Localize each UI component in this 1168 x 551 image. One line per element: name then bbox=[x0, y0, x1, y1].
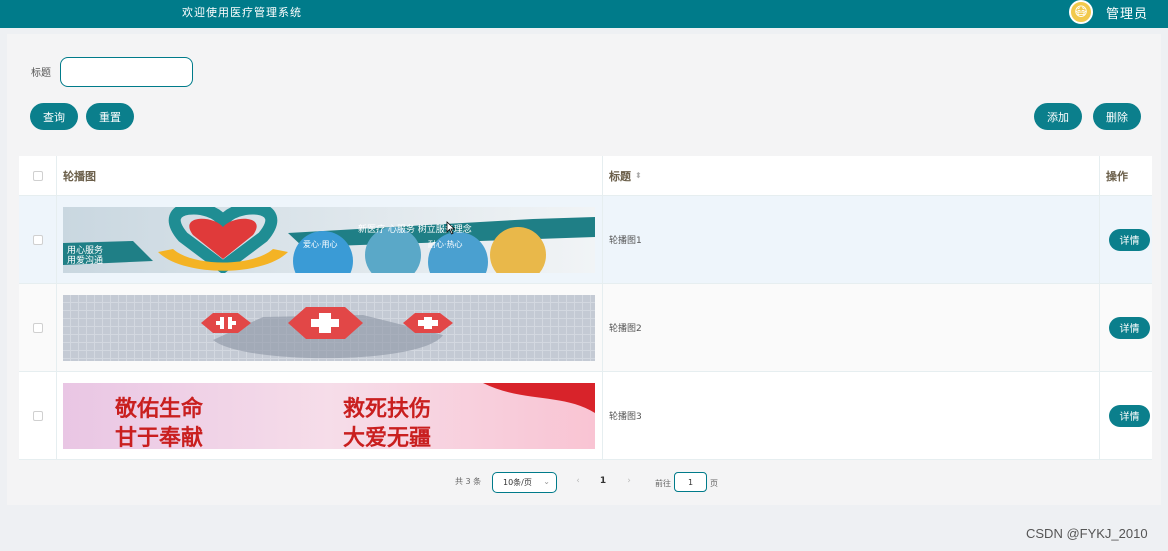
column-header-image: 轮播图 bbox=[63, 169, 96, 183]
table-row: 敬佑生命 救死扶伤 甘于奉献 大爱无疆 轮播图3 详情 bbox=[19, 372, 1152, 460]
row-title: 轮播图1 bbox=[609, 236, 642, 246]
query-button[interactable]: 查询 bbox=[30, 103, 78, 130]
table-header: 轮播图 标题 ⬍ 操作 bbox=[19, 156, 1152, 196]
banner1-left-text-2: 用爱沟通 bbox=[67, 254, 103, 266]
row-checkbox[interactable] bbox=[32, 410, 43, 421]
carousel-table: 轮播图 标题 ⬍ 操作 用心服务 用爱沟通 新医疗 心服务 树立服务理念 爱心·… bbox=[19, 156, 1152, 460]
sort-icon[interactable]: ⬍ bbox=[635, 171, 642, 180]
table-row: 用心服务 用爱沟通 新医疗 心服务 树立服务理念 爱心·用心 耐心·热心 轮播图… bbox=[19, 196, 1152, 284]
add-button[interactable]: 添加 bbox=[1034, 103, 1082, 130]
detail-button[interactable]: 详情 bbox=[1109, 316, 1150, 339]
username[interactable]: 管理员 bbox=[1106, 3, 1148, 22]
row-title: 轮播图3 bbox=[609, 412, 642, 422]
top-header: 欢迎使用医疗管理系统 😷 管理员 bbox=[0, 0, 1168, 28]
reset-button[interactable]: 重置 bbox=[86, 103, 134, 130]
jump-page-input[interactable]: 1 bbox=[674, 472, 707, 492]
chevron-down-icon: ⌄ bbox=[543, 477, 550, 486]
jump-label: 前往 bbox=[655, 479, 671, 488]
banner3-line2a: 甘于奉献 bbox=[115, 425, 203, 449]
banner1-left-text-1: 用心服务 bbox=[67, 244, 103, 256]
banner-image-3: 敬佑生命 救死扶伤 甘于奉献 大爱无疆 bbox=[63, 382, 595, 449]
banner-image-2 bbox=[63, 294, 595, 361]
avatar[interactable]: 😷 bbox=[1069, 0, 1093, 24]
table-row: 轮播图2 详情 bbox=[19, 284, 1152, 372]
prev-page-button[interactable]: ‹ bbox=[568, 472, 588, 490]
pagination: 共 3 条 10条/页 ⌄ ‹ 1 › 前往 1 页 bbox=[0, 470, 1168, 494]
banner1-tag-1: 爱心·用心 bbox=[303, 240, 338, 249]
page-number-1[interactable]: 1 bbox=[591, 472, 615, 490]
select-all-checkbox[interactable] bbox=[32, 170, 43, 181]
page-size-value: 10条/页 bbox=[503, 478, 532, 487]
row-checkbox[interactable] bbox=[32, 322, 43, 333]
mouse-cursor-icon bbox=[446, 221, 456, 235]
search-label: 标题 bbox=[31, 68, 51, 79]
title-search-input[interactable] bbox=[60, 57, 193, 87]
delete-button[interactable]: 删除 bbox=[1093, 103, 1141, 130]
banner3-line1a: 敬佑生命 bbox=[114, 396, 204, 422]
row-checkbox[interactable] bbox=[32, 234, 43, 245]
jump-suffix: 页 bbox=[710, 479, 718, 488]
banner-image-1: 用心服务 用爱沟通 新医疗 心服务 树立服务理念 爱心·用心 耐心·热心 bbox=[63, 206, 595, 273]
pagination-total: 共 3 条 bbox=[455, 477, 482, 486]
detail-button[interactable]: 详情 bbox=[1109, 228, 1150, 251]
row-title: 轮播图2 bbox=[609, 324, 642, 334]
column-header-title[interactable]: 标题 bbox=[609, 168, 631, 184]
detail-button[interactable]: 详情 bbox=[1109, 404, 1150, 427]
banner3-line1b: 救死扶伤 bbox=[343, 397, 431, 422]
watermark: CSDN @FYKJ_2010 bbox=[1026, 526, 1148, 541]
next-page-button[interactable]: › bbox=[619, 472, 639, 490]
banner3-line2b: 大爱无疆 bbox=[343, 426, 431, 449]
welcome-text: 欢迎使用医疗管理系统 bbox=[182, 6, 302, 19]
banner1-tag-2: 耐心·热心 bbox=[428, 239, 463, 249]
page-size-select[interactable]: 10条/页 ⌄ bbox=[492, 472, 557, 493]
column-header-actions: 操作 bbox=[1106, 169, 1128, 183]
